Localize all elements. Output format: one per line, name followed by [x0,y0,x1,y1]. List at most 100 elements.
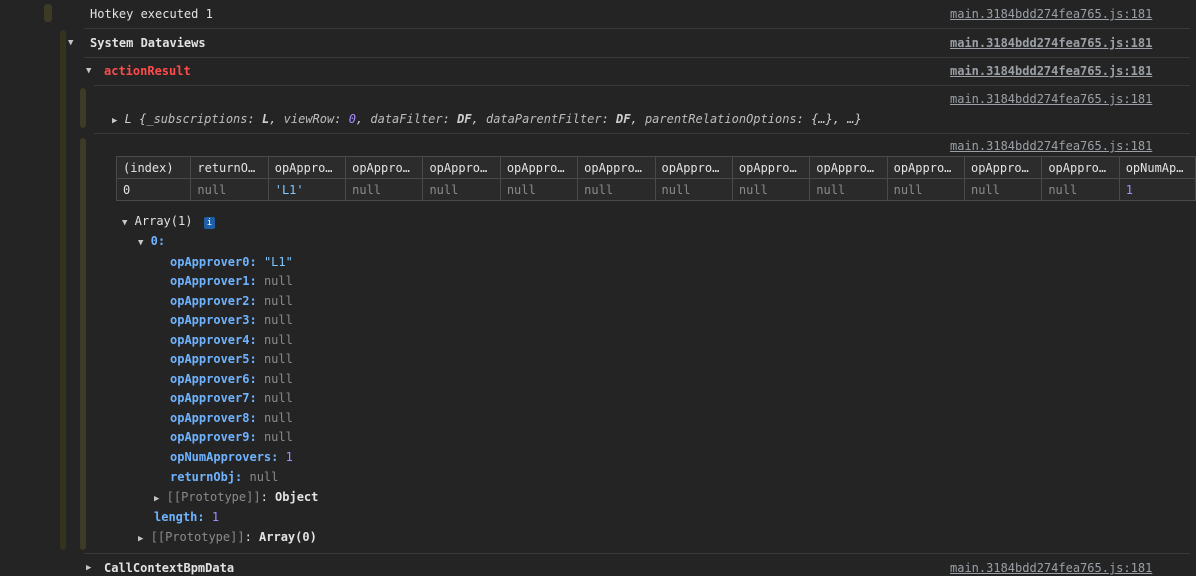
table-cell: null [886,178,965,201]
prototype-array-node[interactable]: ▶ [[Prototype]]: Array(0) [138,530,317,544]
log-gutter [44,4,52,22]
tree-entry-value: null [263,274,293,288]
tree-entry-key: opApprover7: [170,391,257,405]
object-prop-key: viewRow [283,112,335,126]
tree-entry-value: null [263,313,293,327]
tree-entry[interactable]: opNumApprovers: 1 [170,450,293,464]
tree-entry-key: opApprover9: [170,430,257,444]
source-link[interactable]: main.3184bdd274fea765.js:181 [950,139,1152,153]
tree-entry[interactable]: opApprover3: null [170,313,293,327]
tree-entry[interactable]: opApprover5: null [170,352,293,366]
tree-entry[interactable]: opApprover9: null [170,430,293,444]
table-header[interactable]: opAppro… [422,156,501,179]
expand-triangle-icon[interactable]: ▼ [68,38,73,48]
info-icon[interactable]: i [203,217,216,229]
expand-triangle-icon[interactable]: ▼ [138,238,143,248]
table-cell: 1 [1118,178,1196,201]
table-cell: null [654,178,733,201]
separator [84,553,1190,554]
tree-entry[interactable]: opApprover1: null [170,274,293,288]
table-header[interactable]: opNumAp… [1118,156,1196,179]
source-link[interactable]: main.3184bdd274fea765.js:181 [950,36,1152,50]
table-header[interactable]: opAppro… [499,156,579,179]
tree-entry[interactable]: returnObj: null [170,470,278,484]
table-header[interactable]: returnO… [190,156,269,179]
tree-entry[interactable]: opApprover8: null [170,411,293,425]
tree-entry[interactable]: opApprover0: "L1" [170,255,293,269]
table-cell: null [963,178,1043,201]
table-cell: null [345,178,424,201]
tree-entry[interactable]: opApprover6: null [170,372,293,386]
table-header[interactable]: opAppro… [731,156,811,179]
source-link[interactable]: main.3184bdd274fea765.js:181 [950,64,1152,78]
object-prop-key: _subscriptions [146,112,248,126]
object-prop-key: dataFilter [370,112,443,126]
array-index-label: 0: [150,234,166,248]
array-tree-root[interactable]: ▼ Array(1) i [122,214,216,229]
group-gutter-inner [80,88,86,128]
table-cell: 'L1' [267,178,347,201]
source-link[interactable]: main.3184bdd274fea765.js:181 [950,7,1152,21]
tree-entry-value: null [263,352,293,366]
array-index-node[interactable]: ▼ 0: [138,234,165,248]
object-prop-value: {…} [811,112,833,126]
length-value: 1 [211,510,220,524]
tree-entry-key: opApprover5: [170,352,257,366]
prototype-key: [[Prototype]] [150,530,245,544]
tree-entry-key: opApprover3: [170,313,257,327]
table-header[interactable]: opAppro… [267,156,347,179]
object-prop-value: DF [457,112,472,126]
object-preview[interactable]: ▶ L {_subscriptions: L, viewRow: 0, data… [112,112,862,126]
group-gutter [60,30,66,550]
group-title-action-result[interactable]: actionResult [104,64,191,78]
tree-entry-key: opApprover0: [170,255,257,269]
tree-entry[interactable]: opApprover4: null [170,333,293,347]
object-tail: , …} [832,112,862,126]
table-header-row: (index) returnO… opAppro… opAppro… opApp… [115,156,1196,179]
group-title-call-context[interactable]: CallContextBpmData [104,561,234,575]
table-header[interactable]: opAppro… [345,156,424,179]
prototype-value: Array(0) [259,530,317,544]
object-prop-value: DF [616,112,631,126]
table-header[interactable]: opAppro… [1041,156,1120,179]
tree-entry[interactable]: opApprover2: null [170,294,293,308]
tree-entry-value: null [249,470,279,484]
table-header[interactable]: opAppro… [654,156,733,179]
source-link[interactable]: main.3184bdd274fea765.js:181 [950,561,1152,575]
table-header[interactable]: (index) [115,156,192,179]
tree-entry-key: opApprover4: [170,333,257,347]
tree-entry-key: opNumApprovers: [170,450,279,464]
prototype-object-node[interactable]: ▶ [[Prototype]]: Object [154,490,318,504]
tree-entry-value: null [263,391,293,405]
table-header[interactable]: opAppro… [886,156,965,179]
table-cell: 0 [115,178,192,201]
collapsed-triangle-icon[interactable]: ▶ [154,494,159,504]
collapsed-triangle-icon[interactable]: ▶ [112,116,117,126]
separator [94,133,1190,134]
prototype-value: Object [275,490,319,504]
table-cell: null [1041,178,1120,201]
table-header[interactable]: opAppro… [577,156,656,179]
table-cell: null [809,178,888,201]
tree-entry-value: "L1" [263,255,293,269]
table-header[interactable]: opAppro… [963,156,1043,179]
array-length-entry[interactable]: length: 1 [154,510,219,524]
tree-entry-value: null [263,372,293,386]
tree-entry-value: null [263,333,293,347]
source-link[interactable]: main.3184bdd274fea765.js:181 [950,92,1152,106]
array-label: Array(1) [134,214,193,228]
table-cell: null [499,178,579,201]
table-row: 0 null 'L1' null null null null null nul… [115,178,1196,201]
collapsed-triangle-icon[interactable]: ▶ [86,563,91,573]
collapsed-triangle-icon[interactable]: ▶ [138,534,143,544]
tree-entry-key: returnObj: [170,470,243,484]
expand-triangle-icon[interactable]: ▼ [86,66,91,76]
table-cell: null [422,178,501,201]
object-class-name: L [124,112,132,126]
group-title-system-dataviews[interactable]: System Dataviews [90,36,206,50]
group-gutter-inner-2 [80,138,86,550]
table-cell: null [577,178,656,201]
tree-entry[interactable]: opApprover7: null [170,391,293,405]
expand-triangle-icon[interactable]: ▼ [122,218,127,228]
table-header[interactable]: opAppro… [809,156,888,179]
